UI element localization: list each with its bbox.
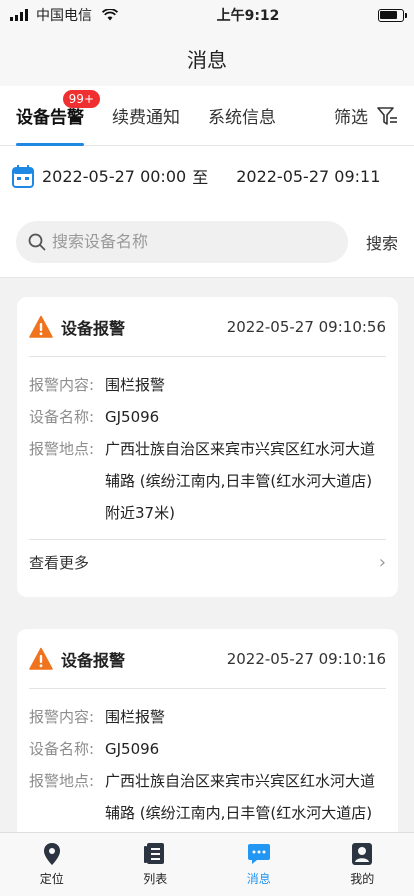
- alert-title: 设备报警: [61, 318, 126, 338]
- tabbar-item-location[interactable]: 定位: [0, 833, 104, 896]
- device-name-label: 设备名称:: [29, 740, 95, 758]
- device-name-row: 设备名称: GJ5096: [29, 401, 386, 433]
- alert-location-label: 报警地点:: [29, 440, 95, 458]
- device-name-value: GJ5096: [105, 740, 160, 758]
- bottom-tab-bar: 定位 列表 消息 我的: [0, 832, 414, 896]
- alert-location-value: 广西壮族自治区来宾市兴宾区红水河大道辅路 (缤纷江南内,日丰管(红水河大道店): [105, 772, 376, 822]
- status-left: 中国电信: [10, 5, 118, 25]
- search-row: 搜索: [0, 206, 414, 278]
- alert-title: 设备报警: [61, 650, 126, 670]
- tabbar-label: 列表: [143, 872, 168, 886]
- alert-content-label: 报警内容:: [29, 708, 95, 726]
- warning-icon: [29, 315, 53, 338]
- battery-icon: [377, 8, 407, 22]
- chevron-right-icon: ›: [378, 552, 386, 573]
- carrier-name: 中国电信: [36, 8, 92, 24]
- device-name-value: GJ5096: [105, 408, 160, 426]
- device-name-label: 设备名称:: [29, 408, 95, 426]
- filter-button[interactable]: 筛选: [334, 103, 398, 128]
- profile-icon: [352, 843, 373, 865]
- alert-content-value: 围栏报警: [105, 376, 166, 394]
- tab-device-alarm[interactable]: 设备告警 99+: [16, 86, 100, 146]
- warning-icon: [29, 647, 53, 670]
- search-box: [16, 220, 348, 263]
- alert-location-row: 报警地点: 广西壮族自治区来宾市兴宾区红水河大道辅路 (缤纷江南内,日丰管(红水…: [29, 765, 386, 829]
- tab-renewal-notice[interactable]: 续费通知: [112, 86, 180, 146]
- tabbar-item-profile[interactable]: 我的: [311, 833, 414, 896]
- tabbar-item-list[interactable]: 列表: [104, 833, 208, 896]
- message-icon: [247, 844, 270, 864]
- alert-location-value: 广西壮族自治区来宾市兴宾区红水河大道辅路 (缤纷江南内,日丰管(红水河大道店)附…: [105, 440, 376, 522]
- alert-details: 报警内容: 围栏报警 设备名称: GJ5096 报警地点: 广西壮族自治区来宾市…: [29, 357, 386, 529]
- alert-details: 报警内容: 围栏报警 设备名称: GJ5096 报警地点: 广西壮族自治区来宾市…: [29, 689, 386, 829]
- page-title: 消息: [187, 47, 227, 72]
- filter-icon: [377, 106, 397, 125]
- alert-time: 2022-05-27 09:10:56: [226, 317, 386, 336]
- tabbar-label: 定位: [39, 872, 64, 886]
- view-more-link[interactable]: 查看更多 ›: [29, 539, 386, 585]
- alert-card-header: 设备报警 2022-05-27 09:10:56: [29, 297, 386, 357]
- date-separator: 至: [192, 168, 209, 187]
- status-bar: 中国电信 上午9:12: [0, 0, 414, 30]
- wifi-icon: [102, 9, 118, 21]
- search-button[interactable]: 搜索: [366, 230, 398, 254]
- alert-card[interactable]: 设备报警 2022-05-27 09:10:56 报警内容: 围栏报警 设备名称…: [17, 297, 398, 597]
- location-pin-icon: [43, 843, 60, 865]
- alert-card[interactable]: 设备报警 2022-05-27 09:10:16 报警内容: 围栏报警 设备名称…: [17, 629, 398, 859]
- status-time: 上午9:12: [216, 8, 280, 24]
- tab-label: 系统信息: [208, 108, 276, 128]
- view-more-label: 查看更多: [29, 554, 90, 572]
- alert-location-row: 报警地点: 广西壮族自治区来宾市兴宾区红水河大道辅路 (缤纷江南内,日丰管(红水…: [29, 433, 386, 529]
- tabbar-label: 我的: [350, 872, 375, 886]
- message-tabs: 设备告警 99+ 续费通知 系统信息 筛选: [0, 86, 414, 146]
- filter-label: 筛选: [334, 108, 368, 128]
- list-icon: [144, 843, 165, 864]
- date-range-row: 2022-05-27 00:00 至 2022-05-27 09:11: [0, 146, 414, 206]
- end-date[interactable]: 2022-05-27 09:11: [236, 167, 380, 186]
- search-input[interactable]: [52, 232, 312, 251]
- tab-label: 续费通知: [112, 108, 180, 128]
- alert-content-value: 围栏报警: [105, 708, 166, 726]
- alert-time: 2022-05-27 09:10:16: [226, 649, 386, 668]
- unread-badge: 99+: [62, 89, 100, 108]
- tab-system-info[interactable]: 系统信息: [208, 86, 276, 146]
- alert-location-label: 报警地点:: [29, 772, 95, 790]
- nav-bar: 消息: [0, 30, 414, 86]
- tabbar-label: 消息: [246, 872, 271, 886]
- alert-card-header: 设备报警 2022-05-27 09:10:16: [29, 629, 386, 689]
- search-icon: [28, 233, 46, 250]
- start-date[interactable]: 2022-05-27 00:00: [42, 167, 186, 186]
- device-name-row: 设备名称: GJ5096: [29, 733, 386, 765]
- alert-content-label: 报警内容:: [29, 376, 95, 394]
- signal-icon: [10, 9, 28, 21]
- tabbar-item-messages[interactable]: 消息: [207, 833, 311, 896]
- alert-content-row: 报警内容: 围栏报警: [29, 369, 386, 401]
- calendar-icon[interactable]: [12, 164, 34, 188]
- alert-content-row: 报警内容: 围栏报警: [29, 701, 386, 733]
